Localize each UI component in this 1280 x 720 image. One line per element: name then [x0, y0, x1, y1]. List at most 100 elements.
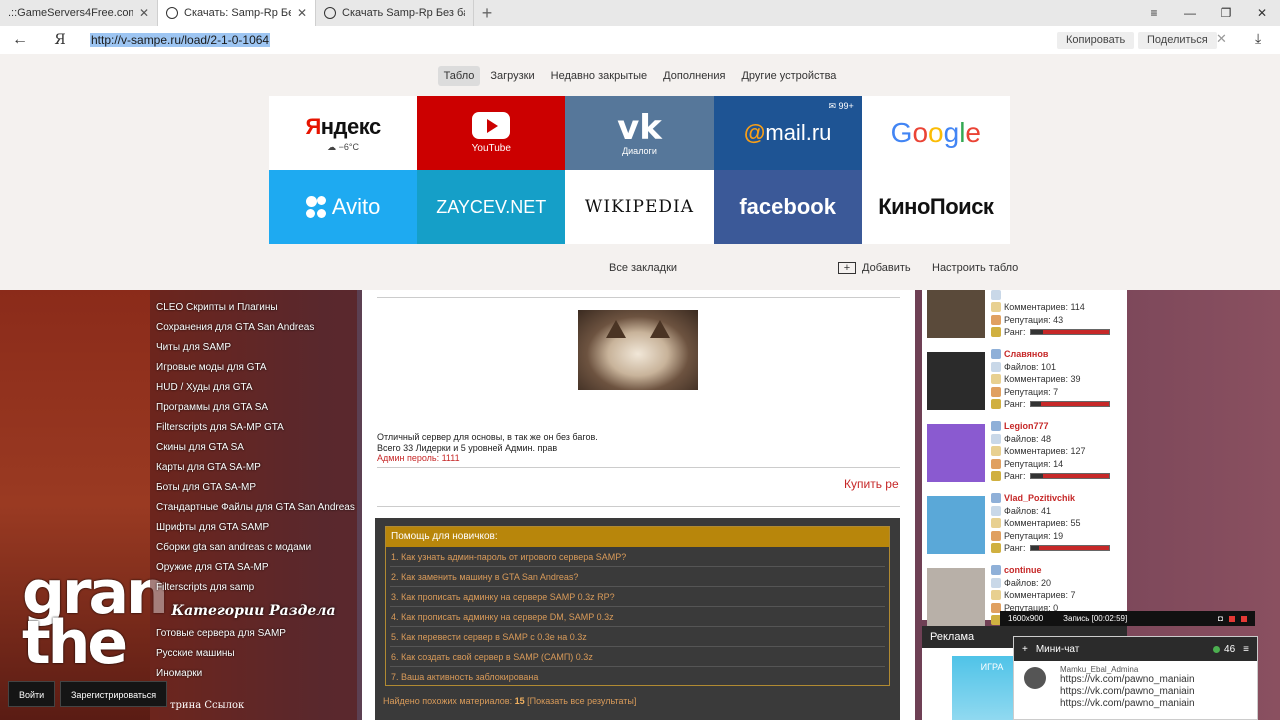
record-icon[interactable]: [1241, 615, 1247, 622]
medal-icon: [991, 543, 1001, 554]
user-comments: Комментариев: 39: [1004, 374, 1081, 385]
sidebar-item[interactable]: Готовые сервера для SAMP: [150, 624, 357, 644]
close-icon[interactable]: ✕: [297, 6, 307, 20]
configure-tableau-button[interactable]: Настроить табло: [932, 262, 1018, 274]
tab-gameservers[interactable]: .::GameServers4Free.com::. ✕: [0, 0, 158, 26]
sidebar-item-cut[interactable]: [150, 290, 357, 298]
sidebar-item[interactable]: HUD / Худы для GTA: [150, 378, 357, 398]
tile-zaycev[interactable]: ZAYCEV.NET: [417, 170, 566, 244]
user-name[interactable]: Legion777: [1004, 420, 1049, 432]
login-button[interactable]: Войти: [8, 681, 56, 707]
sidebar-item[interactable]: Читы для SAMP: [150, 338, 357, 358]
tab-downloads[interactable]: Загрузки: [484, 66, 540, 86]
help-list: Помощь для новичков: 1. Как узнать админ…: [385, 526, 890, 686]
new-tab-plus-icon[interactable]: +: [474, 0, 500, 26]
mini-chat-header[interactable]: + Мини-чат 46 ≡: [1014, 637, 1257, 661]
menu-icon[interactable]: ≡: [1243, 644, 1249, 655]
sidebar-item[interactable]: Программы для GTA SA: [150, 398, 357, 418]
help-question-link[interactable]: 3. Как прописать админку на сервере SAMP…: [390, 587, 885, 607]
file-description: Отличный сервер для основы, в так же он …: [377, 432, 598, 464]
vitrina-link[interactable]: трина Ссылок: [170, 700, 244, 711]
add-button[interactable]: + Добавить: [838, 262, 911, 275]
favicon-icon: [324, 7, 336, 19]
sidebar-item[interactable]: Иномарки: [150, 664, 357, 684]
chat-link[interactable]: https://vk.com/pawno_maniain: [1060, 674, 1195, 686]
tab-addons[interactable]: Дополнения: [657, 66, 731, 86]
help-question-link[interactable]: 5. Как перевести сервер в SAMP с 0.3e на…: [390, 627, 885, 647]
help-question-link[interactable]: 7. Ваша активность заблокирована: [390, 667, 885, 687]
sidebar-item[interactable]: Шрифты для GTA SAMP: [150, 518, 357, 538]
back-arrow-icon[interactable]: ←: [0, 31, 40, 49]
avatar[interactable]: [927, 568, 985, 626]
sidebar-item[interactable]: Filterscripts для SA-MP GTA: [150, 418, 357, 438]
close-icon[interactable]: ✕: [139, 6, 149, 20]
download-icon[interactable]: ⤓: [1255, 30, 1261, 47]
all-bookmarks-link[interactable]: Все закладки: [609, 262, 677, 274]
sidebar-item[interactable]: Русские машины: [150, 644, 357, 664]
tab-bar: .::GameServers4Free.com::. ✕ Скачать: Sa…: [0, 0, 1280, 26]
buy-link[interactable]: Купить ре: [844, 477, 899, 491]
sidebar-item[interactable]: Карты для GTA SA-MP: [150, 458, 357, 478]
tile-avito[interactable]: Avito: [269, 170, 418, 244]
menu-icon[interactable]: ≡: [1136, 0, 1172, 26]
minimize-icon[interactable]: —: [1172, 0, 1208, 26]
yandex-home-button[interactable]: Я: [40, 32, 80, 48]
user-name[interactable]: Славянов: [1004, 348, 1048, 360]
user-line: Комментариев: 55: [991, 517, 1110, 530]
sidebar-item[interactable]: Сохранения для GTA San Andreas: [150, 318, 357, 338]
sidebar-item[interactable]: Стандартные Файлы для GTA San Andreas: [150, 498, 357, 518]
user-stats: Комментариев: 114 Репутация: 43 Ранг:: [991, 290, 1111, 339]
tile-yandex[interactable]: Яндекс ☁ −6°C: [269, 96, 418, 170]
sidebar-item[interactable]: Игровые моды для GTA: [150, 358, 357, 378]
help-question-link[interactable]: 2. Как заменить машину в GTA San Andreas…: [390, 567, 885, 587]
sidebar-item[interactable]: Сборки gta san andreas с модами: [150, 538, 357, 558]
user-card: Vlad_Pozitivchik Файлов: 41 Комментариев: …: [927, 492, 1122, 564]
sidebar-item[interactable]: Filterscripts для samp: [150, 578, 357, 598]
cat-ear: [606, 320, 626, 338]
close-window-icon[interactable]: ✕: [1244, 0, 1280, 26]
sidebar-item[interactable]: Оружие для GTA SA-MP: [150, 558, 357, 578]
camera-icon[interactable]: ◘: [1218, 614, 1223, 623]
tile-kinopoisk[interactable]: КиноПоиск: [861, 170, 1010, 244]
user-rank: Ранг:: [1004, 471, 1026, 482]
tile-mail[interactable]: ✉ 99+ @mail.ru: [713, 96, 862, 170]
tile-wikipedia[interactable]: WIKIPEDIA: [565, 170, 714, 244]
user-line: Файлов: 41: [991, 505, 1110, 518]
show-all-link[interactable]: [Показать все результаты]: [527, 696, 636, 706]
copy-button[interactable]: Копировать: [1057, 32, 1135, 49]
tab-samp-rp[interactable]: Скачать Samp-Rp Без багов: [316, 0, 474, 26]
tab-samp-rp-active[interactable]: Скачать: Samp-Rp Без б ✕: [158, 0, 316, 26]
clear-url-icon[interactable]: ✕: [1216, 31, 1227, 47]
sidebar-item[interactable]: Скины для GTA SA: [150, 438, 357, 458]
user-line: Комментариев: 114: [991, 301, 1110, 314]
tab-tablo[interactable]: Табло: [437, 66, 481, 86]
avatar[interactable]: [927, 424, 985, 482]
sidebar-item[interactable]: Боты для GTA SA-MP: [150, 478, 357, 498]
url-field[interactable]: http://v-sampe.ru/load/2-1-0-1064: [90, 33, 271, 47]
tile-vk[interactable]: vk Диалоги: [565, 96, 714, 170]
tile-google[interactable]: Google: [861, 96, 1010, 170]
chat-link[interactable]: https://vk.com/pawno_maniain: [1060, 698, 1195, 710]
user-line: Legion777: [991, 420, 1110, 433]
avatar[interactable]: [927, 290, 985, 338]
user-name[interactable]: continue: [1004, 564, 1042, 576]
chat-link[interactable]: https://vk.com/pawno_maniain: [1060, 686, 1195, 698]
help-question-link[interactable]: 4. Как прописать админку на сервере DM, …: [390, 607, 885, 627]
avatar[interactable]: [927, 352, 985, 410]
stop-icon[interactable]: [1229, 615, 1235, 622]
help-question-link[interactable]: 6. Как создать свой сервер в SAMP (САМП)…: [390, 647, 885, 667]
divider: [377, 297, 900, 298]
share-button[interactable]: Поделиться: [1138, 32, 1217, 49]
avatar[interactable]: [927, 496, 985, 554]
tab-other-devices[interactable]: Другие устройства: [735, 66, 842, 86]
user-line: Файлов: 48: [991, 433, 1110, 446]
maximize-icon[interactable]: ❐: [1208, 0, 1244, 26]
tile-facebook[interactable]: facebook: [713, 170, 862, 244]
sidebar-item[interactable]: CLEO Скрипты и Плагины: [150, 298, 357, 318]
user-name[interactable]: Vlad_Pozitivchik: [1004, 492, 1075, 504]
recorder-resolution: 1600x900: [1008, 614, 1044, 623]
tile-youtube[interactable]: YouTube: [417, 96, 566, 170]
help-question-link[interactable]: 1. Как узнать админ-пароль от игрового с…: [390, 547, 885, 567]
tab-recently-closed[interactable]: Недавно закрытые: [545, 66, 654, 86]
register-button[interactable]: Зарегистрироваться: [60, 681, 168, 707]
